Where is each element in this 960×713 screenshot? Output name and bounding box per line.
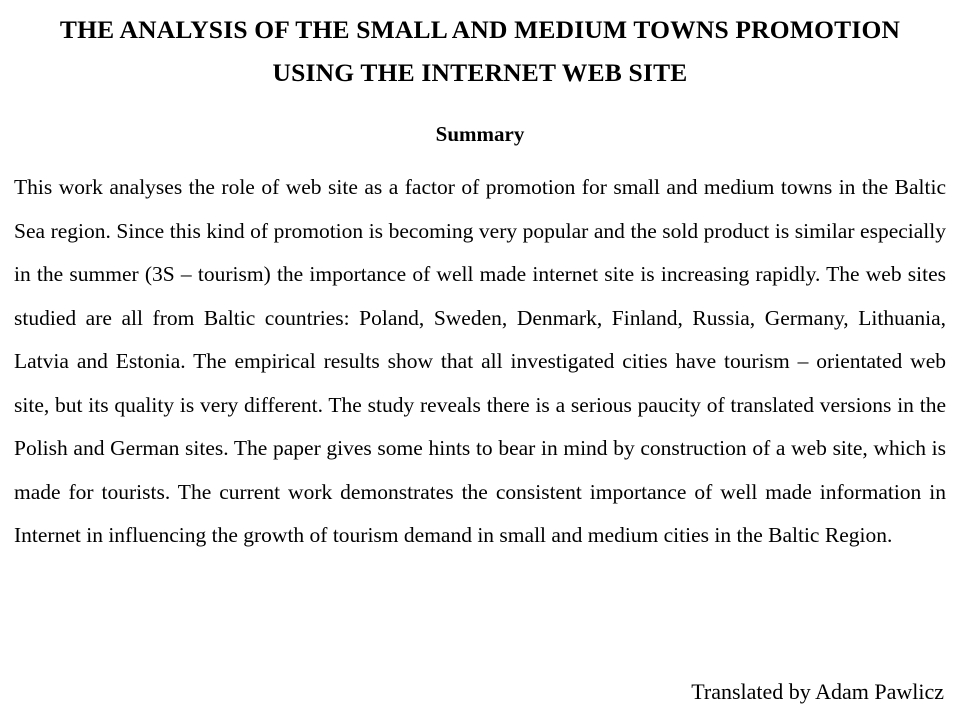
summary-heading: Summary (435, 122, 525, 146)
page-title-line-2: USING THE INTERNET WEB SITE (272, 58, 688, 87)
page-title: THE ANALYSIS OF THE SMALL AND MEDIUM TOW… (14, 8, 946, 94)
page-title-line-1: THE ANALYSIS OF THE SMALL AND MEDIUM TOW… (59, 15, 901, 44)
document-page: THE ANALYSIS OF THE SMALL AND MEDIUM TOW… (0, 0, 960, 713)
translator-credit: Translated by Adam Pawlicz (691, 679, 944, 704)
summary-paragraph: This work analyses the role of web site … (14, 175, 946, 547)
summary-body: This work analyses the role of web site … (14, 166, 946, 558)
